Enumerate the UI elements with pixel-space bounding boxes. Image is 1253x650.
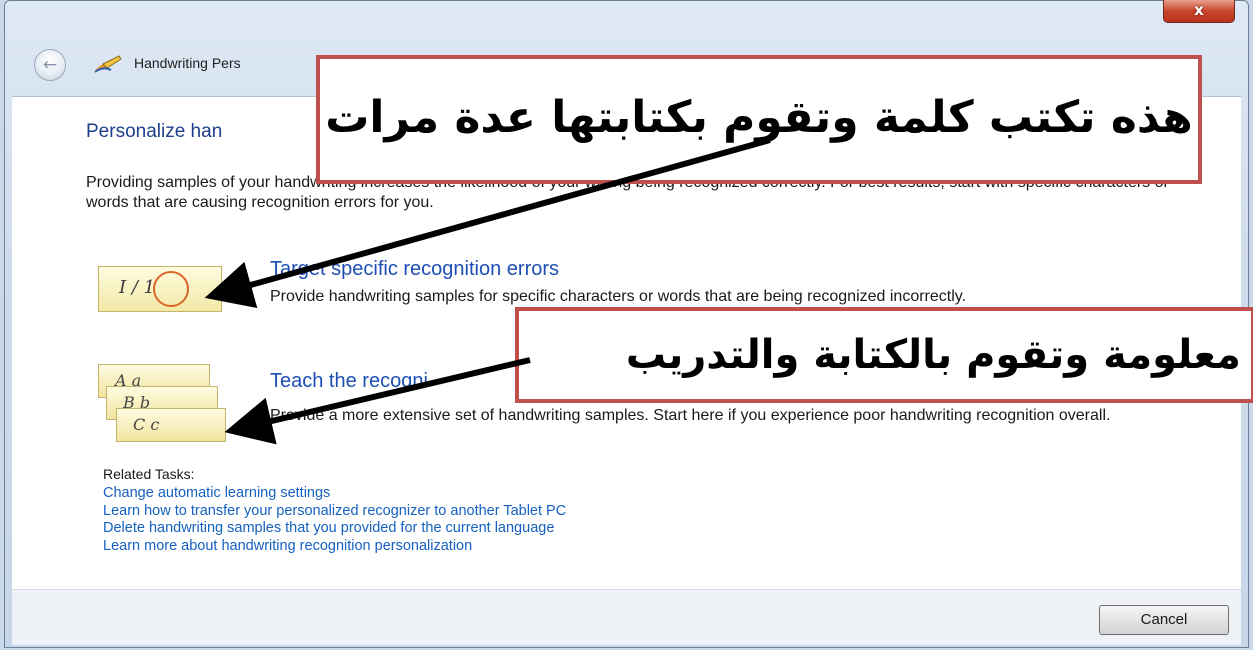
- option-teach-recognizer-description: Provide a more extensive set of handwrit…: [270, 407, 1111, 424]
- window-title: Handwriting Pers: [134, 55, 241, 71]
- callout-first-text: هذه تكتب كلمة وتقوم بكتابتها عدة مرات: [325, 92, 1193, 143]
- callout-box-first: هذه تكتب كلمة وتقوم بكتابتها عدة مرات: [316, 55, 1202, 184]
- related-link-learning-settings[interactable]: Change automatic learning settings: [103, 485, 566, 503]
- target-errors-icon: I / 1: [98, 266, 222, 312]
- related-tasks-list: Change automatic learning settings Learn…: [103, 485, 566, 555]
- handwriting-pen-icon: [94, 55, 122, 73]
- related-link-learn-more[interactable]: Learn more about handwriting recognition…: [103, 538, 566, 556]
- related-link-delete-samples[interactable]: Delete handwriting samples that you prov…: [103, 520, 566, 538]
- option-target-errors-link[interactable]: Target specific recognition errors: [270, 258, 559, 281]
- cancel-button[interactable]: Cancel: [1099, 605, 1229, 635]
- option-teach-recognizer-link[interactable]: Teach the recogni: [270, 370, 428, 393]
- close-button[interactable]: x: [1163, 0, 1235, 23]
- related-tasks-label: Related Tasks:: [103, 466, 195, 482]
- back-arrow-icon: ←: [42, 55, 58, 75]
- teach-card-c: C c: [116, 408, 226, 442]
- dialog-footer: [12, 589, 1241, 645]
- card-c-glyphs: C c: [133, 415, 160, 434]
- related-link-transfer-recognizer[interactable]: Learn how to transfer your personalized …: [103, 503, 566, 521]
- target-glyphs: I / 1: [119, 277, 156, 298]
- option-target-errors-description: Provide handwriting samples for specific…: [270, 288, 967, 305]
- page-heading: Personalize han: [86, 121, 223, 142]
- back-button[interactable]: ←: [34, 49, 66, 81]
- callout-second-text: ت معلومة وتقوم بالكتابة والتدريب: [625, 332, 1253, 378]
- callout-box-second: ت معلومة وتقوم بالكتابة والتدريب: [515, 307, 1253, 403]
- target-circle: [153, 271, 189, 307]
